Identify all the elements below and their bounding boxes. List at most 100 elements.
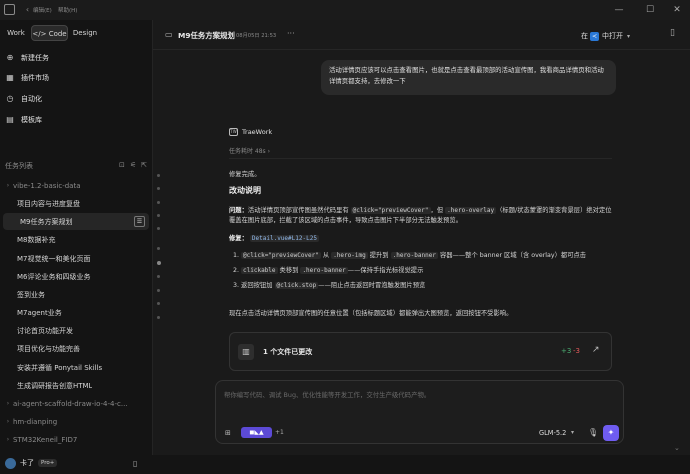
page-title: M9任务方案规划 [178,31,235,40]
task-item[interactable]: M6评论业务和四级业务 [0,268,152,285]
model-select[interactable]: GLM-5.2 [539,429,566,437]
task-item[interactable]: 项目内容与进度复盘 [0,195,152,212]
sidebar: Work </> Code Design ⊕ 新建任务 ▦ 插件市场 ◷ 自动化… [0,20,152,469]
scroll-dot [157,187,160,190]
list-text: 容器——整个 banner 区域（含 overlay）都可点击 [437,252,587,259]
title-bar: ‹ 编辑(E) 帮助(H) — ☐ ✕ [0,0,690,20]
tab-work[interactable]: Work [4,25,28,41]
tree-folder[interactable]: › vibe-1.2-basic-data [0,177,152,194]
mic-icon[interactable]: 🎙 [588,428,598,437]
tree-label: vibe-1.2-basic-data [13,181,81,190]
close-button[interactable]: ✕ [670,3,684,17]
tree-folder[interactable]: › ai-agent-scaffold-draw-io-4-4-c... [0,395,152,412]
tab-design[interactable]: Design [70,25,100,41]
inline-code: .hero-banner [390,252,438,259]
send-button[interactable]: ✦ [603,425,619,441]
task-item[interactable]: M7agent业务 [0,304,152,321]
problem-label: 问题： [229,207,248,214]
task-item[interactable]: M7视觉统一和美化页面 [0,250,152,267]
tree-label: M6评论业务和四级业务 [17,272,91,281]
scroll-down-icon[interactable]: ⌄ [674,444,680,452]
files-changed-card[interactable]: ▥ 1 个文件已更改 +3 -3 ↗ [229,332,612,371]
elapsed-label[interactable]: 任务耗时 48s › [229,147,617,157]
problem-text: 活动详情页顶部宣传图虽然代码里有 [247,207,349,214]
list-text: 从 [320,252,332,259]
back-icon[interactable]: ‹ [23,5,32,14]
files-changed-label: 1 个文件已更改 [263,348,313,356]
filter-icon[interactable]: ⚟ [130,161,136,169]
tree-label: 签到业务 [17,290,45,299]
open-external-icon[interactable]: ↗ [592,345,600,355]
problem-paragraph: 问题：活动详情页顶部宣传图虽然代码里有 @click="previewCover… [229,206,617,226]
sidebar-toggle-icon[interactable]: ▯ [133,459,137,468]
nav-new-task[interactable]: ⊕ 新建任务 [5,49,147,67]
chat-input[interactable]: 帮你编写代码、调试 Bug、优化性能等开发工作，交付生产级代码产物。 [224,390,614,399]
task-item[interactable]: 生成调研报告创意HTML [0,377,152,394]
scroll-dot [157,275,160,278]
nav-template-library[interactable]: ▤ 模板库 [5,111,147,129]
vscode-icon: ≺ [590,31,599,41]
tree-label: 安装并遵循 Ponytail Skills [17,363,103,372]
tree-label: M9任务方案规划 [20,217,73,226]
open-in-button[interactable]: 在 ≺ 中打开 ▾ [575,28,642,44]
user-message: 活动详情页应该可以点击查看图片，也就是点击查看最顶部的活动宣传图，我看商品详情页… [321,60,616,95]
tree-folder[interactable]: › hm-dianping [0,413,152,430]
user-bar[interactable]: 卡了 Pro+ ▯ [0,452,152,474]
scroll-dot-active [157,261,161,265]
elapsed-text: 任务耗时 48s [229,148,266,155]
divider [229,158,612,159]
more-icon[interactable]: ··· [287,29,295,38]
nav-label: 模板库 [21,116,42,124]
chevron-right-icon: › [6,418,10,425]
deletions-count: -3 [573,347,580,355]
tree-label: 项目优化与功能完善 [17,344,80,353]
list-text: 提升到 [367,252,391,259]
tree-folder[interactable]: › STM32Keneil_FID7 [0,431,152,448]
extra-count: +1 [275,429,284,436]
maximize-button[interactable]: ☐ [643,3,657,17]
open-in-label: 中打开 [602,32,623,40]
nav-plugin-market[interactable]: ▦ 插件市场 [5,69,147,87]
list-text: ——阻止点击返回时冒泡触发图片预览 [318,282,426,289]
main-header: ▭ M9任务方案规划 08月05日 21:53 ··· 在 ≺ 中打开 ▾ ▯ [153,20,690,50]
summary-text: 现在点击活动详情页顶部宣传图的任意位置（包括标题区域）都能弹出大图预览，返回按钮… [229,310,513,317]
collapse-icon[interactable]: ⇱ [141,161,147,169]
grid-icon: ▦ [6,73,14,82]
book-icon: ▤ [6,115,14,124]
minimize-button[interactable]: — [612,3,626,17]
inline-code: .hero-overlay [445,207,497,214]
menu-help[interactable]: 帮助(H) [58,6,77,14]
tree-label: M7agent业务 [17,308,62,317]
task-item[interactable]: 安装并遵循 Ponytail Skills [0,359,152,376]
attach-icon[interactable]: ⊞ [225,429,231,437]
panel-toggle-icon[interactable]: ▯ [670,28,675,38]
task-item[interactable]: M8数据补充 [0,231,152,248]
fix-paragraph: 修复： Detail.vue#L12-L25 [229,234,617,244]
list-text: 类移到 [277,267,301,274]
task-item[interactable]: 签到业务 [0,286,152,303]
nav-automation[interactable]: ◷ 自动化 [5,90,147,108]
scroll-dot [157,302,160,305]
task-item[interactable]: 讨论首页功能开发 [0,322,152,339]
task-item-selected[interactable]: M9任务方案规划 ☰ [3,213,149,230]
new-folder-icon[interactable]: ⊡ [119,161,125,169]
menu-edit[interactable]: 编辑(E) [33,6,52,14]
change-list: 1. @click="previewCover" 从 .hero-img 提升到… [233,251,617,291]
tab-code[interactable]: </> Code [31,25,68,41]
assistant-name: TraeWork [242,128,273,136]
scroll-dot [157,174,160,177]
task-detail-icon[interactable]: ☰ [134,216,145,227]
plus-circle-icon: ⊕ [6,53,14,62]
chat-input-box[interactable]: 帮你编写代码、调试 Bug、优化性能等开发工作，交付生产级代码产物。 ⊞ ◼◣▲… [215,380,624,444]
list-text: ——保持手指光标视觉提示 [347,267,424,274]
additions-count: +3 [561,347,572,355]
skills-badge[interactable]: ◼◣▲ [241,427,272,438]
nav-label: 自动化 [21,95,42,103]
inline-code: .hero-banner [300,267,348,274]
inline-code: @click="previewCover" [241,252,321,259]
file-link[interactable]: Detail.vue#L12-L25 [249,235,319,242]
task-item[interactable]: 项目优化与功能完善 [0,340,152,357]
tree-label: 讨论首页功能开发 [17,326,73,335]
tree-label: 生成调研报告创意HTML [17,381,93,390]
avatar[interactable] [5,457,16,469]
